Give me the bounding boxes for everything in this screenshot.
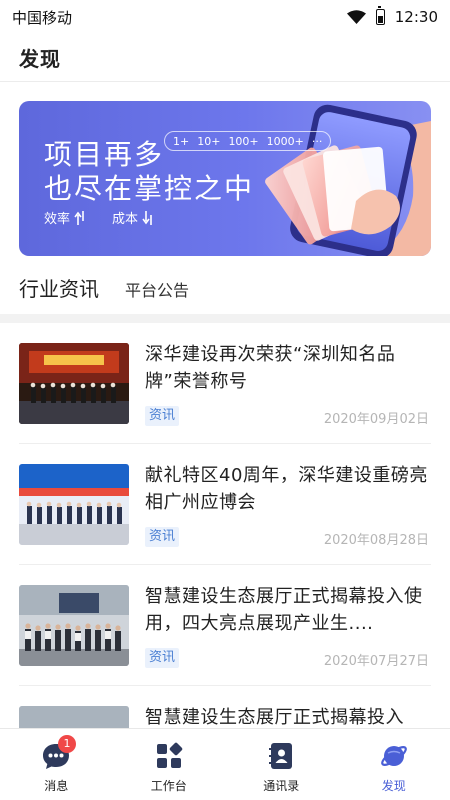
news-date: 2020年07月27日 [323,654,429,669]
efficiency-tag: 效率 [44,208,86,227]
unread-badge: 1 [58,735,76,753]
news-thumbnail [19,343,129,424]
efficiency-label: 效率 [44,212,71,227]
news-category-tag: 资讯 [145,406,180,426]
status-icons: 12:30 [346,6,438,26]
news-date: 2020年08月28日 [323,533,429,548]
battery-icon [375,6,385,25]
news-item[interactable]: 献礼特区40周年，深华建设重磅亮相广州应博会 资讯 2020年08月28日 [0,444,450,565]
page-header: 发现 [0,34,450,82]
news-category-tag: 资讯 [145,648,180,668]
carrier-label: 中国移动 [12,8,73,27]
tab-industry-news[interactable]: 行业资讯 [19,273,99,310]
news-title: 献礼特区40周年，深华建设重磅亮相广州应博会 [145,465,428,513]
workbench-icon [156,742,182,768]
news-item[interactable]: 智慧建设生态展厅正式揭幕投入使用，四大亮点展现产业生.... 资讯 2020年0… [0,565,450,686]
bottom-nav: 1 消息 工作台 通讯录 发现 [0,728,450,800]
news-category-tag: 资讯 [145,527,180,547]
news-thumbnail [19,585,129,666]
cost-tag: 成本 [112,208,154,227]
arrow-down-icon [142,210,152,225]
tab-platform-announcements[interactable]: 平台公告 [125,277,189,310]
wifi-icon [346,10,366,24]
counter-value: 1000+ [266,134,304,148]
section-divider [0,314,450,323]
nav-messages[interactable]: 1 消息 [0,729,113,800]
banner-headline-2: 也尽在掌控之中 [44,172,255,205]
nav-label: 发现 [381,779,406,793]
status-bar: 中国移动 12:30 [0,0,450,34]
page-title: 发现 [19,47,61,71]
clock-time: 12:30 [394,8,438,26]
nav-contacts[interactable]: 通讯录 [225,729,338,800]
counter-value: 10+ [197,134,221,148]
nav-workbench[interactable]: 工作台 [113,729,226,800]
counter-value: 1+ [173,134,190,148]
nav-label: 工作台 [150,779,187,793]
news-thumbnail [19,464,129,545]
news-tabs: 行业资讯 平台公告 [19,270,189,310]
promo-banner[interactable]: 1+ 10+ 100+ 1000+ ··· 项目再多 也尽在掌控之中 效率 成本 [19,101,431,256]
news-title: 智慧建设生态展厅正式揭幕投入 [145,707,404,728]
nav-label: 通讯录 [263,779,300,793]
news-title: 智慧建设生态展厅正式揭幕投入使用，四大亮点展现产业生.... [145,586,423,634]
arrow-up-icon [74,210,84,225]
counter-value: ··· [311,134,323,148]
nav-discover[interactable]: 发现 [338,729,450,800]
news-date: 2020年09月02日 [323,412,429,427]
discover-planet-icon [380,746,407,766]
banner-tags: 效率 成本 [44,208,154,227]
banner-counter-pill: 1+ 10+ 100+ 1000+ ··· [164,131,332,151]
counter-value: 100+ [228,134,259,148]
news-item[interactable]: 深华建设再次荣获“深圳知名品牌”荣誉称号 资讯 2020年09月02日 [0,323,450,444]
nav-label: 消息 [44,779,69,793]
contacts-icon [269,743,293,769]
news-title: 深华建设再次荣获“深圳知名品牌”荣誉称号 [145,344,396,392]
cost-label: 成本 [112,212,139,227]
